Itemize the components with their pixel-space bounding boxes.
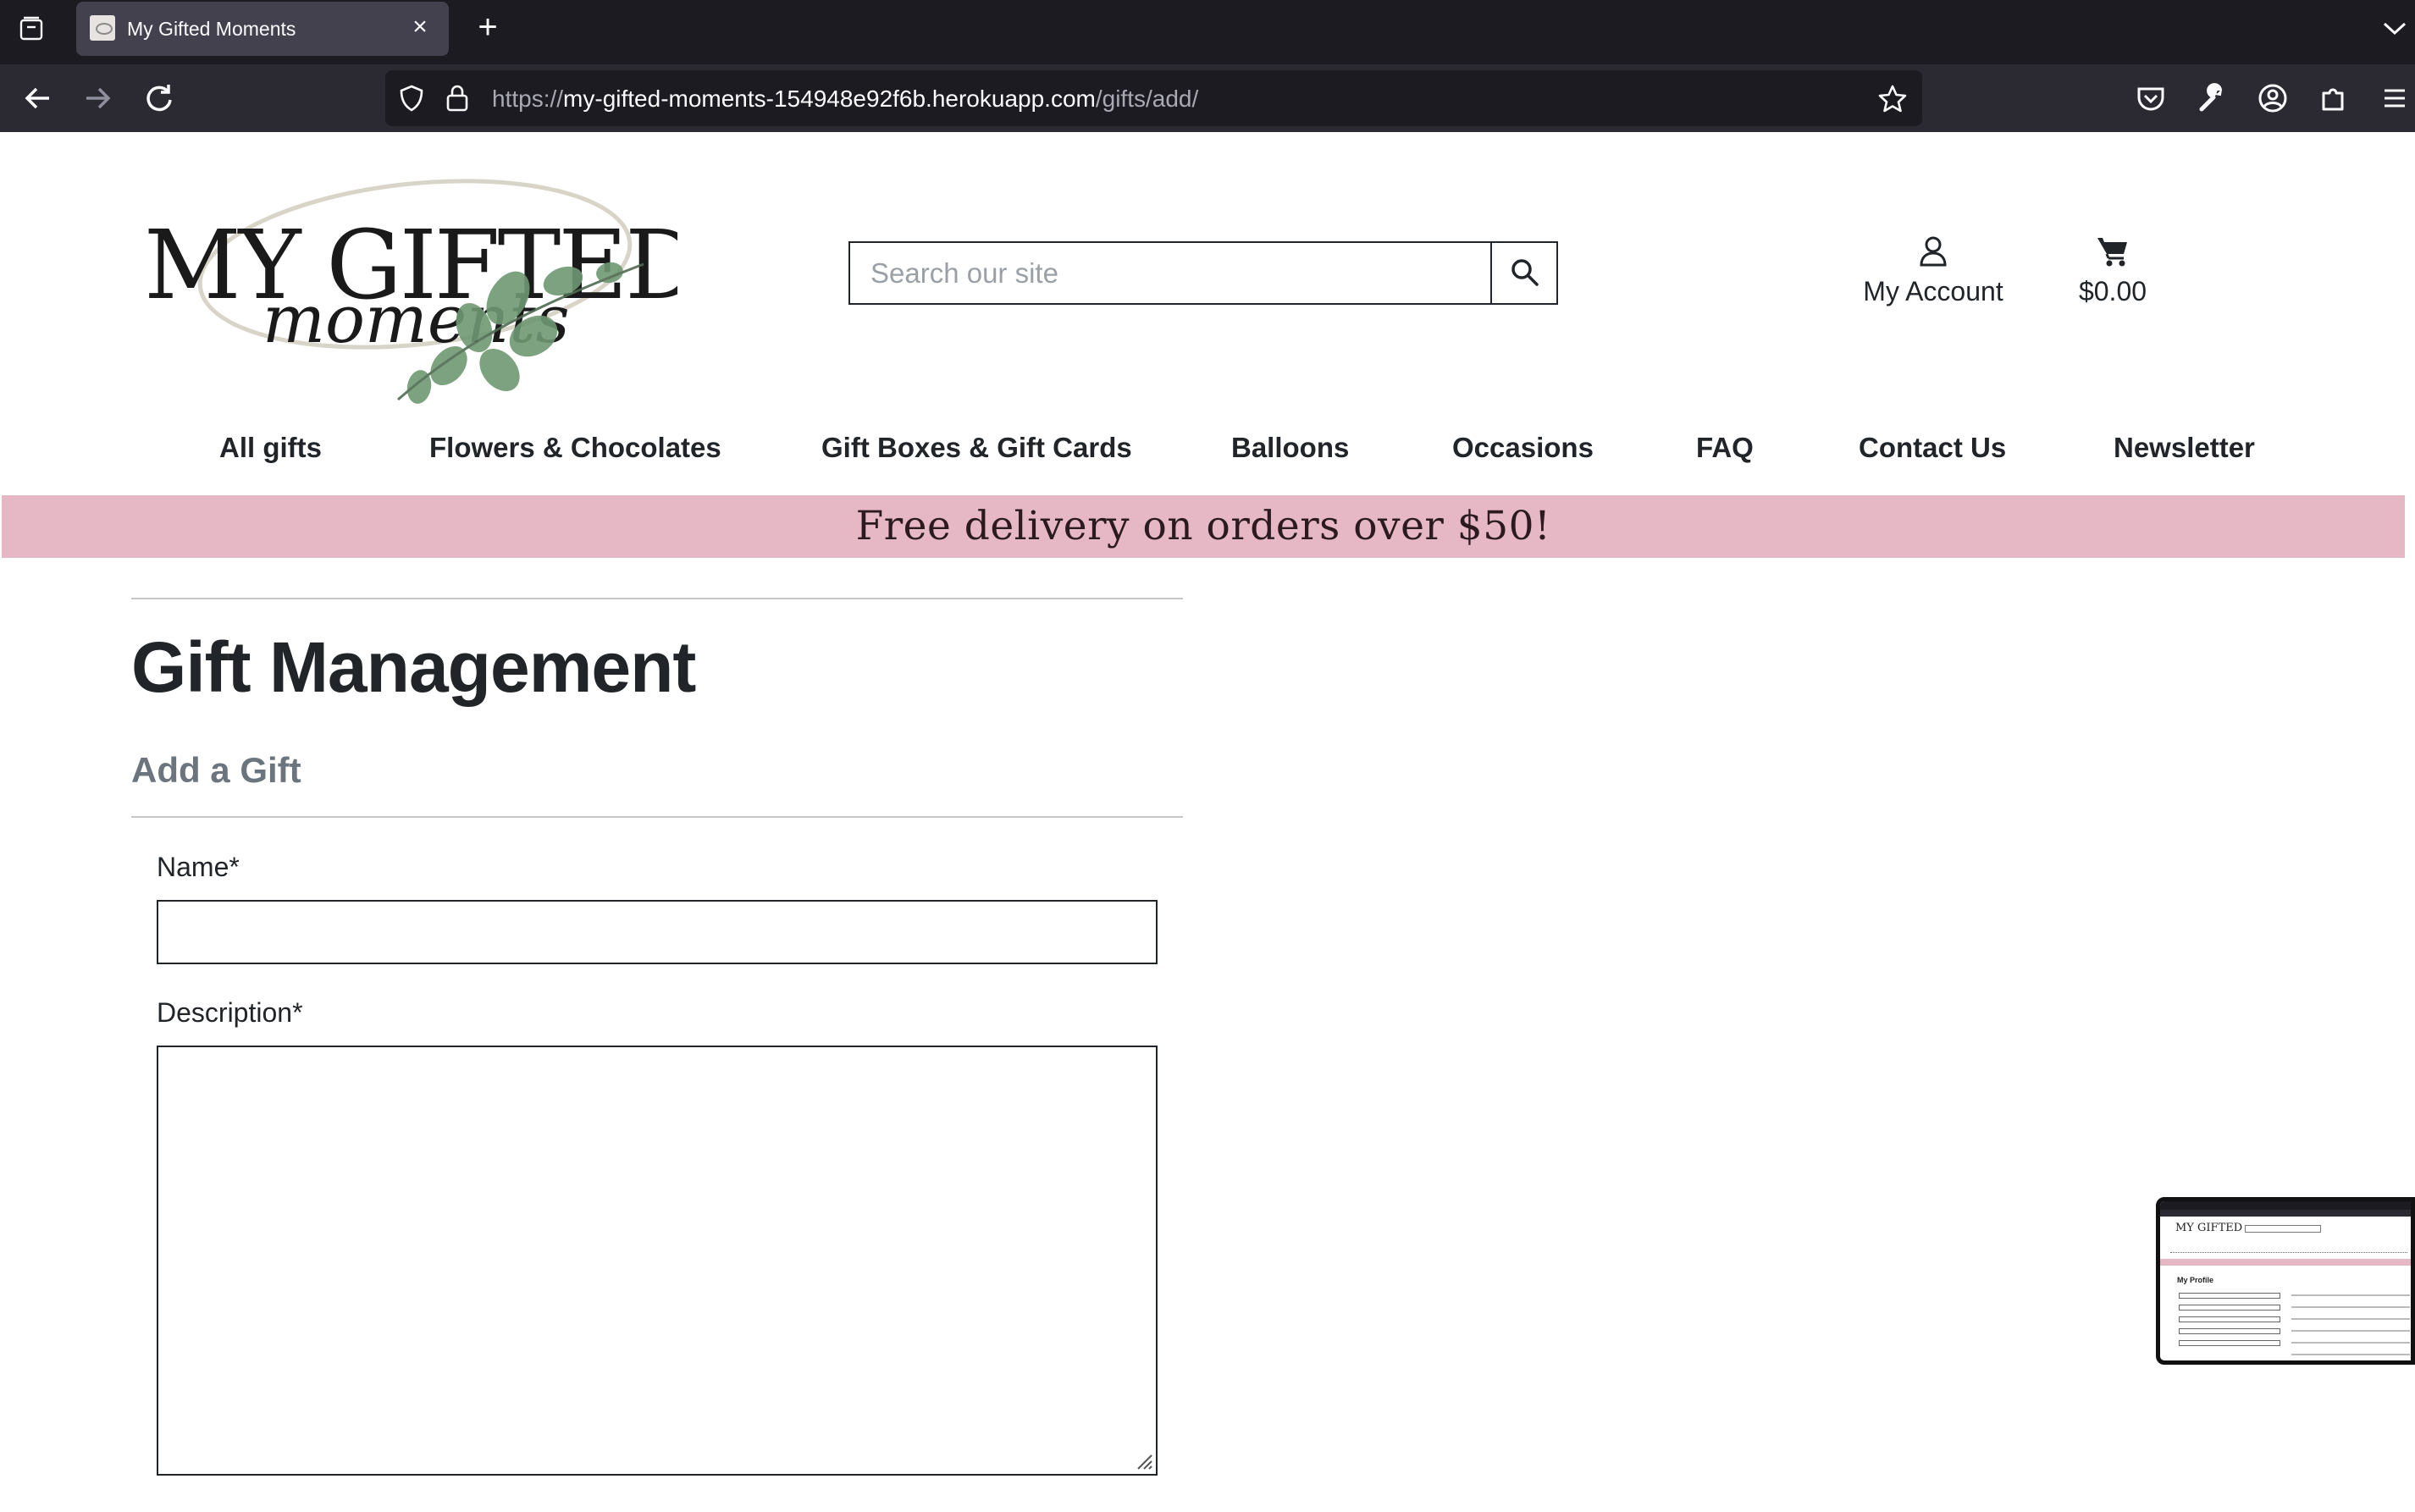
preview-table-row xyxy=(2291,1318,2410,1320)
address-bar[interactable]: https://my-gifted-moments-154948e92f6b.h… xyxy=(385,70,1922,126)
divider-top xyxy=(131,598,1183,599)
preview-table-row xyxy=(2291,1330,2410,1332)
my-account-label: My Account xyxy=(1863,276,2003,306)
browser-nav-bar: https://my-gifted-moments-154948e92f6b.h… xyxy=(0,64,2415,132)
nav-all-gifts[interactable]: All gifts xyxy=(219,432,322,464)
new-tab-plus-icon[interactable]: + xyxy=(471,10,505,45)
tracking-protection-shield-icon[interactable] xyxy=(397,84,426,113)
free-delivery-text: Free delivery on orders over $50! xyxy=(855,503,1551,549)
preview-field xyxy=(2179,1316,2280,1322)
pocket-icon[interactable] xyxy=(2134,81,2168,115)
user-icon xyxy=(1920,236,1947,267)
account-circle-icon[interactable] xyxy=(2256,81,2290,115)
tab-manager-icon[interactable] xyxy=(17,14,46,43)
padlock-icon[interactable] xyxy=(445,84,470,113)
description-field-label: Description* xyxy=(157,997,303,1028)
preview-banner xyxy=(2160,1259,2411,1266)
url-text[interactable]: https://my-gifted-moments-154948e92f6b.h… xyxy=(492,86,1198,113)
preview-table-row xyxy=(2291,1294,2410,1296)
preview-table-row xyxy=(2291,1342,2410,1344)
name-field-label: Name* xyxy=(157,852,240,882)
preview-field xyxy=(2179,1293,2280,1299)
forward-arrow-icon[interactable] xyxy=(80,80,117,117)
wrench-icon[interactable] xyxy=(2195,81,2229,115)
divider-form xyxy=(131,816,1183,818)
shopping-cart-icon xyxy=(2097,238,2127,267)
preview-logo: MY GIFTED xyxy=(2175,1222,2243,1234)
site-favicon-icon xyxy=(90,15,115,41)
screenshot-preview-thumbnail[interactable]: MY GIFTED My Profile xyxy=(2156,1197,2415,1365)
shopping-bag-link[interactable]: $0.00 xyxy=(2066,234,2159,318)
name-input[interactable] xyxy=(157,900,1158,964)
preview-field xyxy=(2179,1340,2280,1346)
magnifier-icon xyxy=(1511,259,1539,286)
search-input[interactable] xyxy=(850,243,1490,303)
site-search-form xyxy=(848,241,1558,305)
preview-main-nav xyxy=(2170,1252,2407,1255)
preview-table-row xyxy=(2291,1354,2410,1355)
nav-flowers-chocolates[interactable]: Flowers & Chocolates xyxy=(429,432,721,464)
list-all-tabs-chevron-icon[interactable] xyxy=(2379,15,2410,41)
browser-tab-strip: My Gifted Moments × + xyxy=(0,0,2415,64)
hamburger-menu-icon[interactable] xyxy=(2378,81,2412,115)
reload-icon[interactable] xyxy=(141,80,178,117)
search-button[interactable] xyxy=(1490,243,1556,303)
page-title: Gift Management xyxy=(131,627,696,707)
preview-field xyxy=(2179,1305,2280,1311)
description-textarea[interactable] xyxy=(157,1046,1158,1476)
nav-newsletter[interactable]: Newsletter xyxy=(2114,432,2255,464)
back-arrow-icon[interactable] xyxy=(19,80,56,117)
tab-close-icon[interactable]: × xyxy=(403,10,437,44)
nav-contact-us[interactable]: Contact Us xyxy=(1859,432,2006,464)
nav-gift-boxes-gift-cards[interactable]: Gift Boxes & Gift Cards xyxy=(821,432,1132,464)
preview-page-title: My Profile xyxy=(2177,1276,2214,1284)
free-delivery-banner: Free delivery on orders over $50! xyxy=(2,495,2405,558)
bag-total: $0.00 xyxy=(2078,276,2147,306)
preview-field xyxy=(2179,1328,2280,1334)
preview-table-row xyxy=(2291,1306,2410,1308)
site-logo[interactable]: MY GIFTED moments xyxy=(135,154,677,408)
nav-occasions[interactable]: Occasions xyxy=(1452,432,1594,464)
browser-tab-active[interactable]: My Gifted Moments × xyxy=(76,2,449,56)
tab-title: My Gifted Moments xyxy=(127,18,296,40)
textarea-resize-grip-icon[interactable] xyxy=(1135,1452,1153,1471)
main-nav: All gifts Flowers & Chocolates Gift Boxe… xyxy=(0,423,2415,474)
preview-search-box xyxy=(2245,1225,2321,1233)
nav-faq[interactable]: FAQ xyxy=(1696,432,1754,464)
preview-nav-bar xyxy=(2160,1210,2411,1217)
preview-tab-strip xyxy=(2160,1201,2411,1210)
nav-balloons[interactable]: Balloons xyxy=(1231,432,1349,464)
extensions-puzzle-icon[interactable] xyxy=(2317,81,2351,115)
bookmark-star-icon[interactable] xyxy=(1877,84,1908,114)
my-account-link[interactable]: My Account xyxy=(1854,234,2012,318)
page-subtitle: Add a Gift xyxy=(131,750,301,790)
